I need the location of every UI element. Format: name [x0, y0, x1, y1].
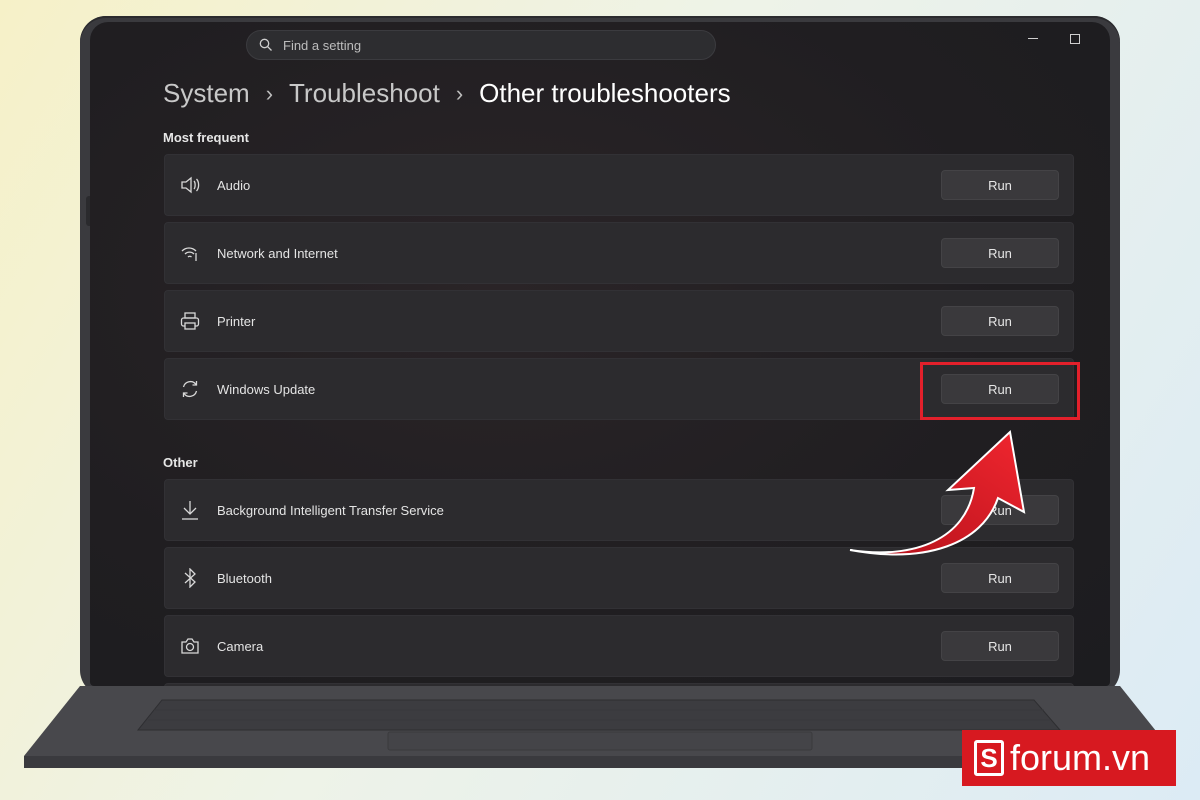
- troubleshooter-row-printer: Printer Run: [164, 290, 1074, 352]
- wifi-icon: [179, 242, 201, 264]
- sforum-logo: S forum.vn: [962, 730, 1176, 786]
- run-button-printer[interactable]: Run: [941, 306, 1059, 336]
- page-title: Other troubleshooters: [479, 78, 731, 108]
- arrow-annotation-icon: [849, 430, 1026, 556]
- download-icon: [179, 499, 201, 521]
- brand-letter: S: [974, 740, 1004, 776]
- breadcrumb-system[interactable]: System: [163, 78, 250, 109]
- chevron-right-icon: ›: [455, 80, 464, 106]
- section-title-other: Other: [163, 455, 198, 470]
- printer-icon: [179, 310, 201, 332]
- sync-icon: [179, 378, 201, 400]
- search-box[interactable]: Find a setting: [246, 30, 716, 60]
- breadcrumb: System › Troubleshoot › Other troublesho…: [163, 78, 731, 109]
- row-label: Network and Internet: [217, 245, 338, 261]
- troubleshooter-row-network: Network and Internet Run: [164, 222, 1074, 284]
- restore-button[interactable]: [1070, 34, 1080, 44]
- run-button-audio[interactable]: Run: [941, 170, 1059, 200]
- breadcrumb-troubleshoot[interactable]: Troubleshoot: [289, 78, 440, 109]
- troubleshooter-row-audio: Audio Run: [164, 154, 1074, 216]
- chevron-right-icon: ›: [265, 80, 274, 106]
- bluetooth-icon: [179, 567, 201, 589]
- search-placeholder: Find a setting: [283, 37, 362, 53]
- row-label: Camera: [217, 638, 264, 654]
- troubleshooter-row-partial: [164, 683, 1074, 686]
- camera-icon: [179, 635, 201, 657]
- row-label: Windows Update: [217, 381, 316, 397]
- speaker-icon: [179, 174, 201, 196]
- section-title-most-frequent: Most frequent: [163, 130, 249, 145]
- highlight-box: [920, 362, 1080, 420]
- row-label: Background Intelligent Transfer Service: [217, 502, 444, 518]
- run-button-network[interactable]: Run: [941, 238, 1059, 268]
- minimize-button[interactable]: [1028, 38, 1038, 39]
- troubleshooter-row-camera: Camera Run: [164, 615, 1074, 677]
- search-icon: [259, 38, 272, 51]
- row-label: Audio: [217, 177, 251, 193]
- brand-text: forum.vn: [1010, 737, 1151, 778]
- row-label: Bluetooth: [217, 570, 272, 586]
- run-button-camera[interactable]: Run: [941, 631, 1059, 661]
- row-label: Printer: [217, 313, 256, 329]
